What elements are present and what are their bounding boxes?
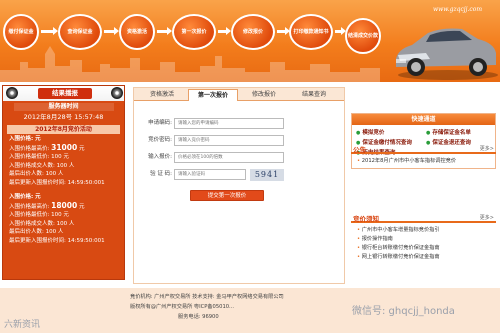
tab-activate[interactable]: 资格激活: [140, 89, 184, 101]
guide-section: 竞价须知 更多> 广州市中小客车增量指标竞价指引 报价操作指南 银行柜台转账缴付…: [351, 212, 496, 262]
footer-copyright: 版权所有@广州产权交易所 粤ICP备05010...: [130, 304, 235, 310]
step-settle[interactable]: 结清成交价款: [345, 18, 381, 54]
result-line: 最后出价人数: 100 人: [9, 171, 64, 177]
arrow-icon: [218, 27, 231, 35]
max-price-value: 18000: [51, 200, 78, 210]
arrow-icon: [157, 27, 172, 35]
step-print-notice[interactable]: 打印缴款通知书: [289, 14, 333, 50]
server-time-label: 服务器时间: [13, 103, 114, 111]
submit-first-bid-button[interactable]: 提交第一次报价: [190, 190, 264, 201]
step-modify-bid[interactable]: 修改报价: [231, 14, 275, 50]
wheel-icon: [111, 87, 123, 99]
password-label: 竞价密码:: [148, 137, 172, 143]
max-price-line: 入围价格最高价: 31000 元: [9, 142, 118, 154]
notice-title: 公告: [353, 146, 366, 154]
max-price-unit: 元: [78, 145, 85, 152]
guide-header: 竞价须知 更多>: [351, 212, 496, 223]
max-price-value: 31000: [51, 142, 78, 152]
quick-link-deposit-list[interactable]: 存储保证金名单: [426, 129, 471, 137]
panel-title: 结果播报: [38, 88, 92, 99]
tab-result-query[interactable]: 结果查询: [292, 89, 336, 101]
result-line: 最后出价人数: 100 人: [9, 229, 64, 235]
notice-header: 公告 更多>: [351, 143, 496, 154]
notice-more-link[interactable]: 更多>: [480, 145, 494, 152]
server-time: 2012年8月28号 15:57:48: [23, 113, 104, 121]
result-line: 入围价格成交人数: 100 人: [9, 220, 75, 227]
bid-panel: 资格激活 第一次报价 修改报价 结果查询 申请编码: 竞价密码: 输入报价: 验…: [133, 87, 345, 284]
quick-link-mock-bid[interactable]: 模拟竞价: [356, 129, 384, 137]
result-block: 入围价格: 元 入围价格最高价: 31000 元 入围价格最低价: 100 元 …: [3, 134, 124, 188]
wheel-icon: [6, 87, 18, 99]
max-price-line: 入围价格最高价: 18000 元: [9, 200, 118, 212]
watermark-left: 六新资讯: [4, 320, 41, 330]
arrow-icon: [104, 27, 119, 35]
guide-item[interactable]: 报价操作指南: [357, 235, 496, 244]
step-first-bid[interactable]: 第一次报价: [172, 14, 216, 50]
footer-phone: 服务电话: 96900: [178, 314, 219, 320]
max-price-label: 入围价格最高价:: [9, 203, 50, 210]
result-line: 最后更新入围报价时间: 14:59:50:001: [9, 237, 105, 244]
form-row: 竞价密码:: [134, 135, 346, 149]
result-line: 最后更新入围报价时间: 14:59:50:001: [9, 179, 105, 186]
notice-list: 2012年8月广州市中小客车指标调控竞价: [351, 154, 496, 166]
price-input[interactable]: [174, 152, 284, 163]
form-row: 验 证 码: 5941: [134, 169, 346, 183]
panel-header: 结果播报: [3, 86, 124, 101]
notice-section: 公告 更多> 2012年8月广州市中小客车指标调控竞价: [351, 143, 496, 166]
result-broadcast-panel: 结果播报 服务器时间 2012年8月28号 15:57:48 2012年8月竞价…: [2, 85, 125, 280]
right-panel: 快速通道 模拟竞价 存储保证金名单 保证金缴付情况查询 保证金退还查询 历史结果…: [351, 113, 496, 303]
page: www.gzqcjj.com 缴付保证金 查询保证金 资格激活 第一次报价 修改…: [0, 0, 500, 333]
max-price-label: 入围价格最高价:: [9, 145, 50, 152]
code-label: 申请编码:: [148, 120, 172, 126]
price-label: 输入报价:: [148, 154, 172, 160]
guide-item[interactable]: 广州市中小客车增量指标竞价指引: [357, 226, 496, 235]
captcha-image[interactable]: 5941: [250, 169, 284, 181]
result-line: 入围价格最低价: 100 元: [9, 154, 69, 160]
site-url[interactable]: www.gzqcjj.com: [433, 6, 482, 13]
arrow-icon: [41, 27, 58, 35]
captcha-label: 验 证 码:: [150, 171, 172, 177]
footer: 竞价机构: 广州产权交易所 技术支持: 金马甲产权网络交易有限公司 版权所有@广…: [0, 288, 500, 333]
watermark-right: 微信号: ghqcjj_honda: [352, 306, 455, 317]
guide-item[interactable]: 网上银行转账缴付竞价保证金指南: [357, 253, 496, 262]
max-price-unit: 元: [78, 203, 85, 210]
result-line: 入围价格成交人数: 100 人: [9, 162, 75, 169]
car-image: [396, 28, 498, 80]
arrow-icon: [335, 27, 346, 35]
step-query-deposit[interactable]: 查询保证金: [58, 14, 102, 50]
quick-channel-title: 快速通道: [352, 114, 495, 125]
result-block: 入围价格: 元 入围价格最高价: 18000 元 入围价格最低价: 100 元 …: [3, 192, 124, 246]
result-line: 入围价格最低价: 100 元: [9, 212, 69, 218]
form-row: 申请编码:: [134, 118, 346, 132]
tab-modify-bid[interactable]: 修改报价: [242, 89, 286, 101]
guide-item[interactable]: 银行柜台转账缴付竞价保证金指南: [357, 244, 496, 253]
activity-title: 2012年8月竞价活动: [7, 125, 120, 134]
notice-item[interactable]: 2012年8月广州市中小客车指标调控竞价: [357, 157, 496, 166]
header-banner: www.gzqcjj.com 缴付保证金 查询保证金 资格激活 第一次报价 修改…: [0, 0, 500, 82]
process-steps: 缴付保证金 查询保证金 资格激活 第一次报价 修改报价 打印缴款通知书 结清成交…: [3, 14, 381, 54]
arrow-icon: [277, 27, 290, 35]
first-bid-form: 申请编码: 竞价密码: 输入报价: 验 证 码: 5941 提交第一次报价: [134, 118, 346, 201]
captcha-input[interactable]: [174, 169, 246, 180]
guide-more-link[interactable]: 更多>: [480, 214, 494, 221]
step-pay-deposit[interactable]: 缴付保证金: [3, 14, 39, 50]
tab-first-bid[interactable]: 第一次报价: [188, 89, 238, 101]
guide-list: 广州市中小客车增量指标竞价指引 报价操作指南 银行柜台转账缴付竞价保证金指南 网…: [351, 223, 496, 262]
step-activate[interactable]: 资格激活: [119, 14, 155, 50]
tab-bar: 资格激活 第一次报价 修改报价 结果查询: [134, 88, 344, 101]
code-input[interactable]: [174, 118, 284, 129]
footer-org: 竞价机构: 广州产权交易所 技术支持: 金马甲产权网络交易有限公司: [130, 294, 284, 300]
form-row: 输入报价:: [134, 152, 346, 166]
password-input[interactable]: [174, 135, 284, 146]
guide-title: 竞价须知: [353, 215, 379, 223]
